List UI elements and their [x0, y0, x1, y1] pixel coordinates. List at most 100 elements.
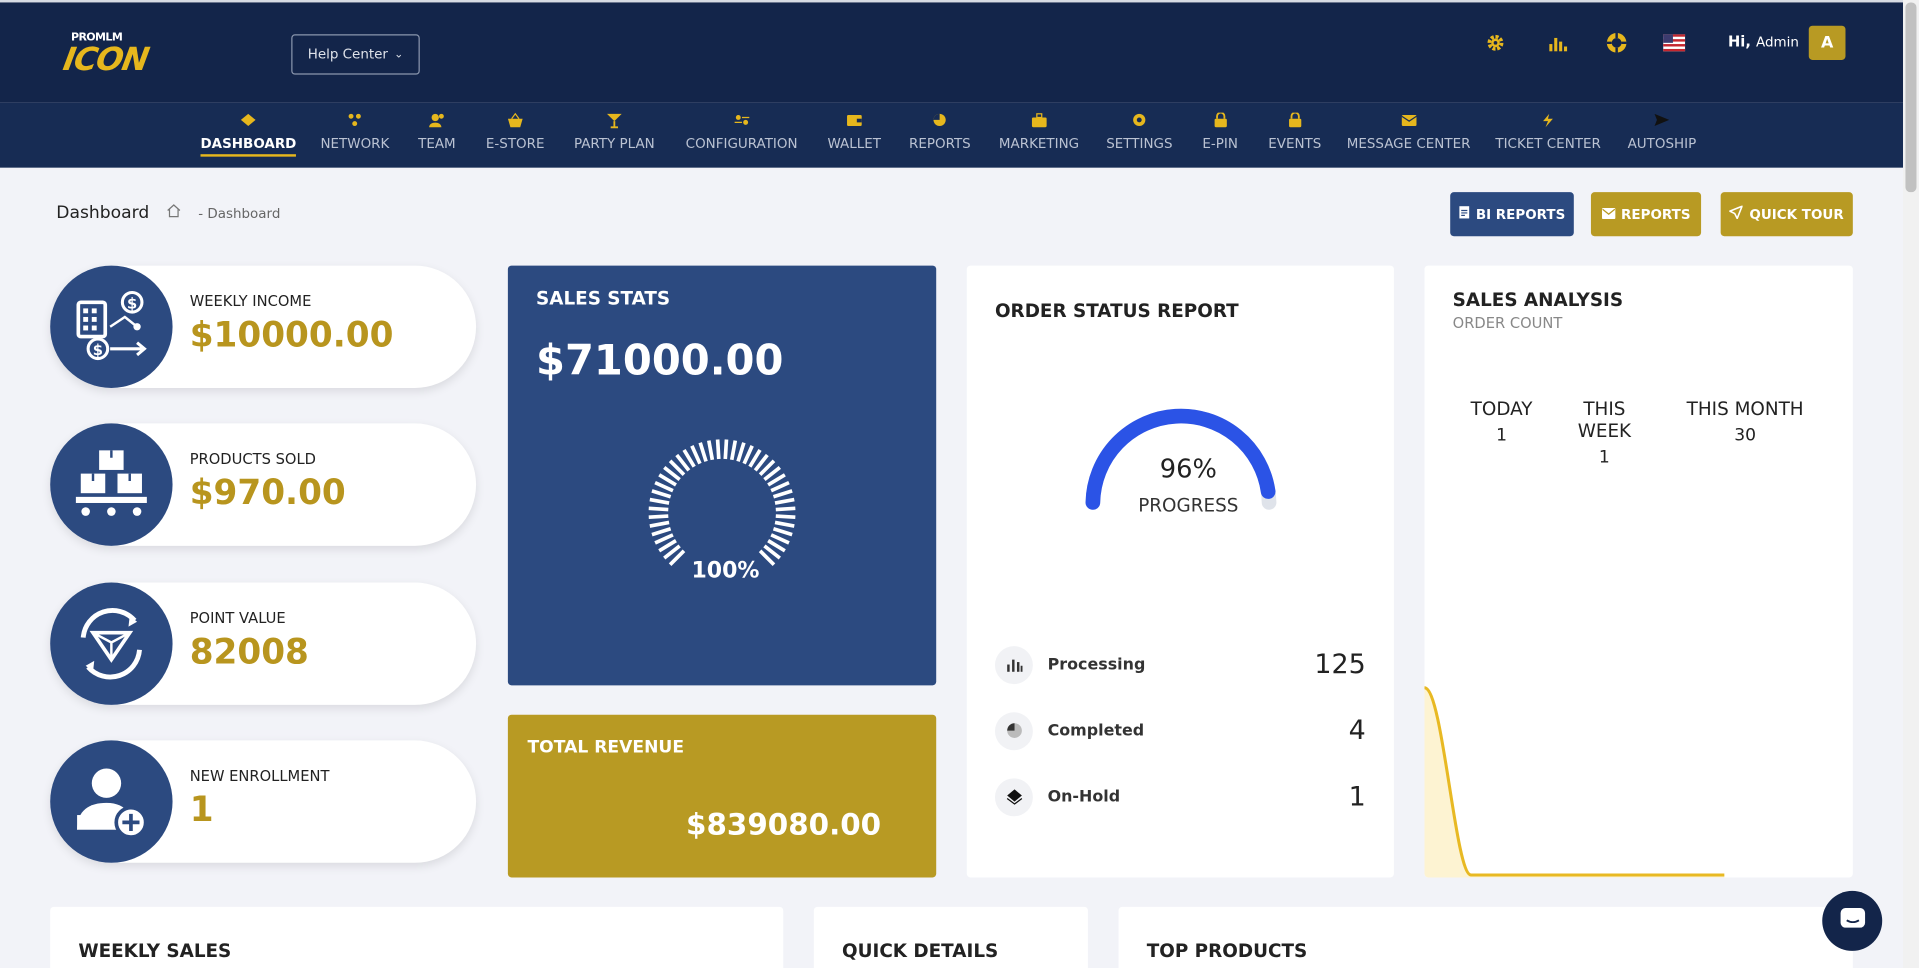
top-products-card: TOP PRODUCTS	[1118, 906, 1853, 968]
total-revenue-value: $839080.00	[686, 807, 882, 842]
user-greeting[interactable]: Hi, Admin	[1728, 33, 1799, 50]
point-value-value: 82008	[189, 631, 309, 672]
order-status-name: Processing	[1047, 655, 1146, 674]
order-status-row-completed: Completed 4	[994, 711, 1366, 750]
user-name: Admin	[1756, 34, 1799, 51]
bolt-icon	[1540, 113, 1557, 128]
gauge-tick	[772, 527, 793, 537]
nav-item-events[interactable]: EVENTS	[1268, 103, 1321, 168]
us-flag-icon[interactable]	[1662, 32, 1686, 54]
nav-item-network[interactable]: NETWORK	[320, 103, 389, 168]
team-icon	[428, 113, 445, 128]
quick-tour-button[interactable]: QUICK TOUR	[1720, 192, 1853, 237]
bi-reports-button[interactable]: BI REPORTS	[1450, 192, 1574, 237]
products-sold-card: PRODUCTS SOLD $970.00	[50, 423, 477, 546]
gauge-tick	[651, 527, 672, 537]
logo-main-text: ICON	[60, 41, 151, 79]
sales-stats-percent: 100%	[691, 558, 760, 584]
nav-label: DASHBOARD	[200, 135, 297, 152]
sales-stats-title: SALES STATS	[536, 287, 671, 310]
home-icon[interactable]	[166, 203, 181, 223]
main-nav: DASHBOARD NETWORK TEAM E-STORE PARTY PLAN CON…	[0, 102, 1904, 168]
send-icon	[1653, 113, 1670, 128]
gauge-tick	[654, 533, 674, 545]
order-status-row-on-hold: On-Hold 1	[994, 777, 1366, 816]
greeting-text: Hi,	[1728, 33, 1751, 51]
area-line	[1424, 686, 1725, 877]
gauge-tick	[774, 497, 795, 505]
period-value: 1	[1496, 425, 1508, 446]
nav-item-ticket-center[interactable]: TICKET CENTER	[1495, 103, 1601, 168]
layers-icon	[994, 777, 1033, 816]
scrollbar-thumb[interactable]	[1905, 2, 1917, 193]
gear-icon	[1131, 113, 1148, 128]
nav-label: MARKETING	[998, 135, 1080, 152]
nav-label: TICKET CENTER	[1495, 135, 1601, 152]
gauge-tick	[649, 520, 670, 528]
order-status-count: 1	[1348, 781, 1366, 812]
bar-chart-icon[interactable]	[1546, 32, 1570, 54]
nav-item-party-plan[interactable]: PARTY PLAN	[574, 103, 655, 168]
boxes-icon	[50, 423, 173, 546]
new-enrollment-value: 1	[189, 789, 214, 830]
pie-chart-icon	[931, 113, 948, 128]
help-center-dropdown[interactable]: Help Center ⌄	[291, 34, 420, 75]
lock-icon	[1286, 111, 1303, 128]
sales-analysis-card: SALES ANALYSIS ORDER COUNT TODAY 1 THIS …	[1424, 265, 1853, 878]
nav-item-autoship[interactable]: AUTOSHIP	[1628, 103, 1696, 168]
period-value: 30	[1734, 425, 1757, 446]
reports-button[interactable]: REPORTS	[1590, 192, 1702, 237]
chat-icon	[1839, 906, 1866, 935]
point-value-card: POINT VALUE 82008	[50, 582, 477, 705]
weekly-income-value: $10000.00	[189, 314, 394, 355]
nav-item-team[interactable]: TEAM	[418, 103, 456, 168]
svg-text:$: $	[127, 295, 137, 312]
gauge-tick	[774, 520, 795, 528]
period-label: THIS MONTH	[1686, 397, 1804, 420]
nav-label: E-STORE	[485, 135, 545, 152]
avatar[interactable]: A	[1808, 25, 1846, 60]
logo[interactable]: PROMLM ICON	[60, 32, 201, 81]
gauge-tick	[648, 506, 669, 512]
sales-stats-value: $71000.00	[536, 336, 784, 386]
svg-text:$: $	[93, 342, 103, 359]
period-this-month: THIS MONTH 30	[1686, 397, 1804, 446]
gauge-tick	[775, 506, 796, 512]
new-enrollment-label: NEW ENROLLMENT	[189, 767, 330, 785]
reports-label: REPORTS	[1621, 206, 1691, 223]
gear-icon[interactable]	[1483, 32, 1507, 54]
lock-icon	[1212, 111, 1229, 128]
total-revenue-title: TOTAL REVENUE	[527, 737, 685, 758]
cocktail-icon	[606, 113, 623, 128]
quick-details-card: QUICK DETAILS	[813, 906, 1088, 968]
home-icon	[240, 113, 257, 128]
nav-item-reports[interactable]: REPORTS	[909, 103, 971, 168]
weekly-income-card: $ $ WEEKLY INCOME $10000.00	[50, 265, 477, 388]
network-icon	[346, 113, 363, 128]
nav-item-e-pin[interactable]: E-PIN	[1202, 103, 1238, 168]
new-enrollment-card: NEW ENROLLMENT 1	[50, 740, 477, 863]
nav-label: EVENTS	[1268, 135, 1322, 152]
page-scrollbar[interactable]	[1903, 0, 1919, 968]
support-icon[interactable]	[1604, 32, 1628, 54]
nav-item-settings[interactable]: SETTINGS	[1106, 103, 1173, 168]
nav-item-message-center[interactable]: MESSAGE CENTER	[1347, 103, 1470, 168]
total-revenue-card: TOTAL REVENUE $839080.00	[507, 714, 937, 878]
order-status-row-processing: Processing 125	[994, 645, 1366, 684]
period-label: TODAY	[1470, 397, 1533, 420]
nav-item-configuration[interactable]: CONFIGURATION	[686, 103, 798, 168]
nav-item-marketing[interactable]: MARKETING	[999, 103, 1079, 168]
nav-label: SETTINGS	[1106, 135, 1173, 152]
area-fill	[1424, 687, 1725, 878]
configuration-icon	[733, 113, 750, 128]
breadcrumb: Dashboard - Dashboard	[56, 203, 280, 223]
nav-item-wallet[interactable]: WALLET	[827, 103, 881, 168]
income-calculator-icon: $ $	[50, 265, 173, 388]
chat-button[interactable]	[1822, 890, 1883, 951]
order-status-name: Completed	[1047, 721, 1145, 740]
nav-item-e-store[interactable]: E-STORE	[486, 103, 545, 168]
nav-item-dashboard[interactable]: DASHBOARD	[200, 103, 297, 168]
period-today: TODAY 1	[1456, 398, 1547, 446]
products-sold-label: PRODUCTS SOLD	[189, 450, 316, 468]
basket-icon	[507, 112, 524, 128]
